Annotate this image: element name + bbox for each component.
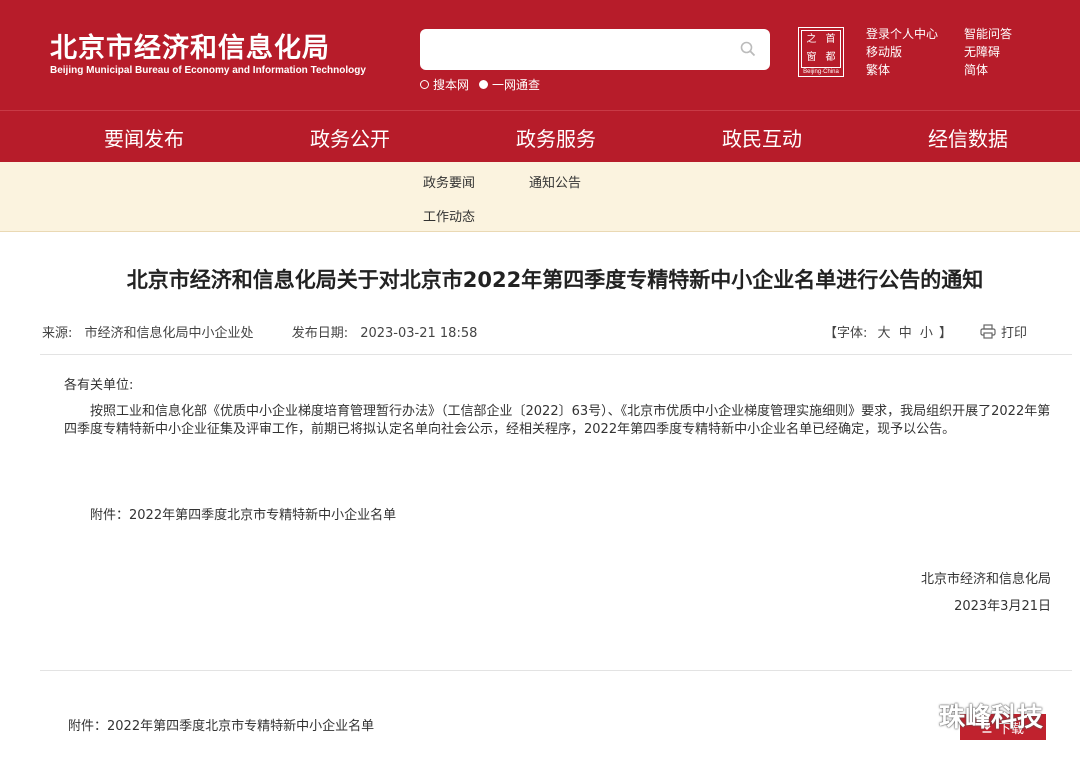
mobile-version-link[interactable]: 移动版	[866, 44, 964, 61]
date-value: 2023-03-21 18:58	[360, 326, 478, 341]
site-logo-en: Beijing Municipal Bureau of Economy and …	[50, 65, 366, 76]
traditional-chinese-link[interactable]: 繁体	[866, 62, 964, 79]
search-input[interactable]	[420, 29, 770, 70]
font-large-button[interactable]: 大	[878, 326, 891, 341]
article-title: 北京市经济和信息化局关于对北京市2022年第四季度专精特新中小企业名单进行公告的…	[126, 268, 984, 292]
seal-char: 首	[825, 34, 836, 45]
site-header: 北京市经济和信息化局 Beijing Municipal Bureau of E…	[0, 0, 1080, 110]
source-label: 来源:	[42, 326, 73, 341]
main-nav: 要闻发布 政务公开 政务服务 政民互动 经信数据	[0, 110, 1080, 164]
signature-org: 北京市经济和信息化局	[920, 572, 1051, 587]
font-label-open: 【字体:	[824, 326, 868, 341]
search-scope-site[interactable]: 搜本网	[420, 76, 469, 93]
sub-nav: 政务要闻 通知公告 工作动态	[0, 162, 1080, 232]
article-body: 各有关单位: 按照工业和信息化部《优质中小企业梯度培育管理暂行办法》（工信部企业…	[64, 377, 1054, 439]
meta-divider	[40, 354, 1072, 355]
seal-grid: 之 首 窗 都	[801, 30, 841, 68]
search-scope-all[interactable]: 一网通查	[479, 76, 540, 93]
watermark: 珠峰科技	[893, 697, 1043, 734]
nav-item-gov-services[interactable]: 政务服务	[516, 123, 596, 152]
attachments-divider	[40, 670, 1072, 671]
seal-char: 都	[825, 52, 836, 63]
print-label: 打印	[1001, 326, 1028, 341]
search-scope-label: 一网通查	[492, 78, 541, 92]
printer-icon	[980, 324, 996, 339]
login-link[interactable]: 登录个人中心	[866, 26, 964, 43]
font-small-button[interactable]: 小	[920, 326, 933, 341]
nav-item-news[interactable]: 要闻发布	[104, 123, 184, 164]
font-medium-button[interactable]: 中	[899, 326, 912, 341]
subnav-item-gov-news[interactable]: 政务要闻	[423, 172, 475, 191]
seal-char: 之	[806, 34, 817, 45]
nav-item-gov-disclosure[interactable]: 政务公开	[310, 123, 390, 152]
print-button[interactable]: 打印	[980, 322, 1027, 341]
attachment-note: 附件：2022年第四季度北京市专精特新中小企业名单	[90, 508, 397, 523]
nav-item-interaction[interactable]: 政民互动	[722, 123, 802, 152]
wechat-icon	[893, 700, 933, 730]
simplified-chinese-link[interactable]: 简体	[964, 62, 1062, 79]
subnav-item-work-updates[interactable]: 工作动态	[423, 206, 475, 225]
signature-date: 2023年3月21日	[954, 599, 1051, 614]
search-icon[interactable]	[740, 41, 756, 57]
nav-item-data[interactable]: 经信数据	[928, 123, 1008, 152]
search-scope-options: 搜本网 一网通查	[420, 76, 540, 93]
article-paragraph: 按照工业和信息化部《优质中小企业梯度培育管理暂行办法》（工信部企业〔2022〕6…	[64, 404, 1051, 437]
site-logo-cn[interactable]: 北京市经济和信息化局	[50, 26, 330, 65]
capital-window-logo[interactable]: 之 首 窗 都 Beijing·China	[798, 27, 844, 77]
seal-caption: Beijing·China	[803, 69, 839, 75]
smart-qa-link[interactable]: 智能问答	[964, 26, 1062, 43]
accessibility-link[interactable]: 无障碍	[964, 44, 1062, 61]
font-size-control: 【字体: 大 中 小 】	[824, 322, 952, 341]
attachment-link[interactable]: 附件：2022年第四季度北京市专精特新中小企业名单	[68, 715, 374, 734]
article-meta: 来源: 市经济和信息化局中小企业处 发布日期: 2023-03-21 18:58…	[42, 322, 1042, 341]
source-value: 市经济和信息化局中小企业处	[84, 326, 254, 341]
radio-unchecked-icon	[420, 80, 429, 89]
header-links: 登录个人中心 智能问答 移动版 无障碍 繁体 简体	[866, 26, 1062, 79]
radio-checked-icon	[479, 80, 489, 89]
search-scope-label: 搜本网	[433, 78, 470, 92]
subnav-item-notices[interactable]: 通知公告	[529, 172, 581, 191]
salutation: 各有关单位:	[64, 378, 134, 393]
font-label-close: 】	[939, 326, 953, 341]
date-label: 发布日期:	[291, 326, 349, 341]
seal-char: 窗	[806, 52, 817, 63]
watermark-text: 珠峰科技	[939, 703, 1044, 733]
